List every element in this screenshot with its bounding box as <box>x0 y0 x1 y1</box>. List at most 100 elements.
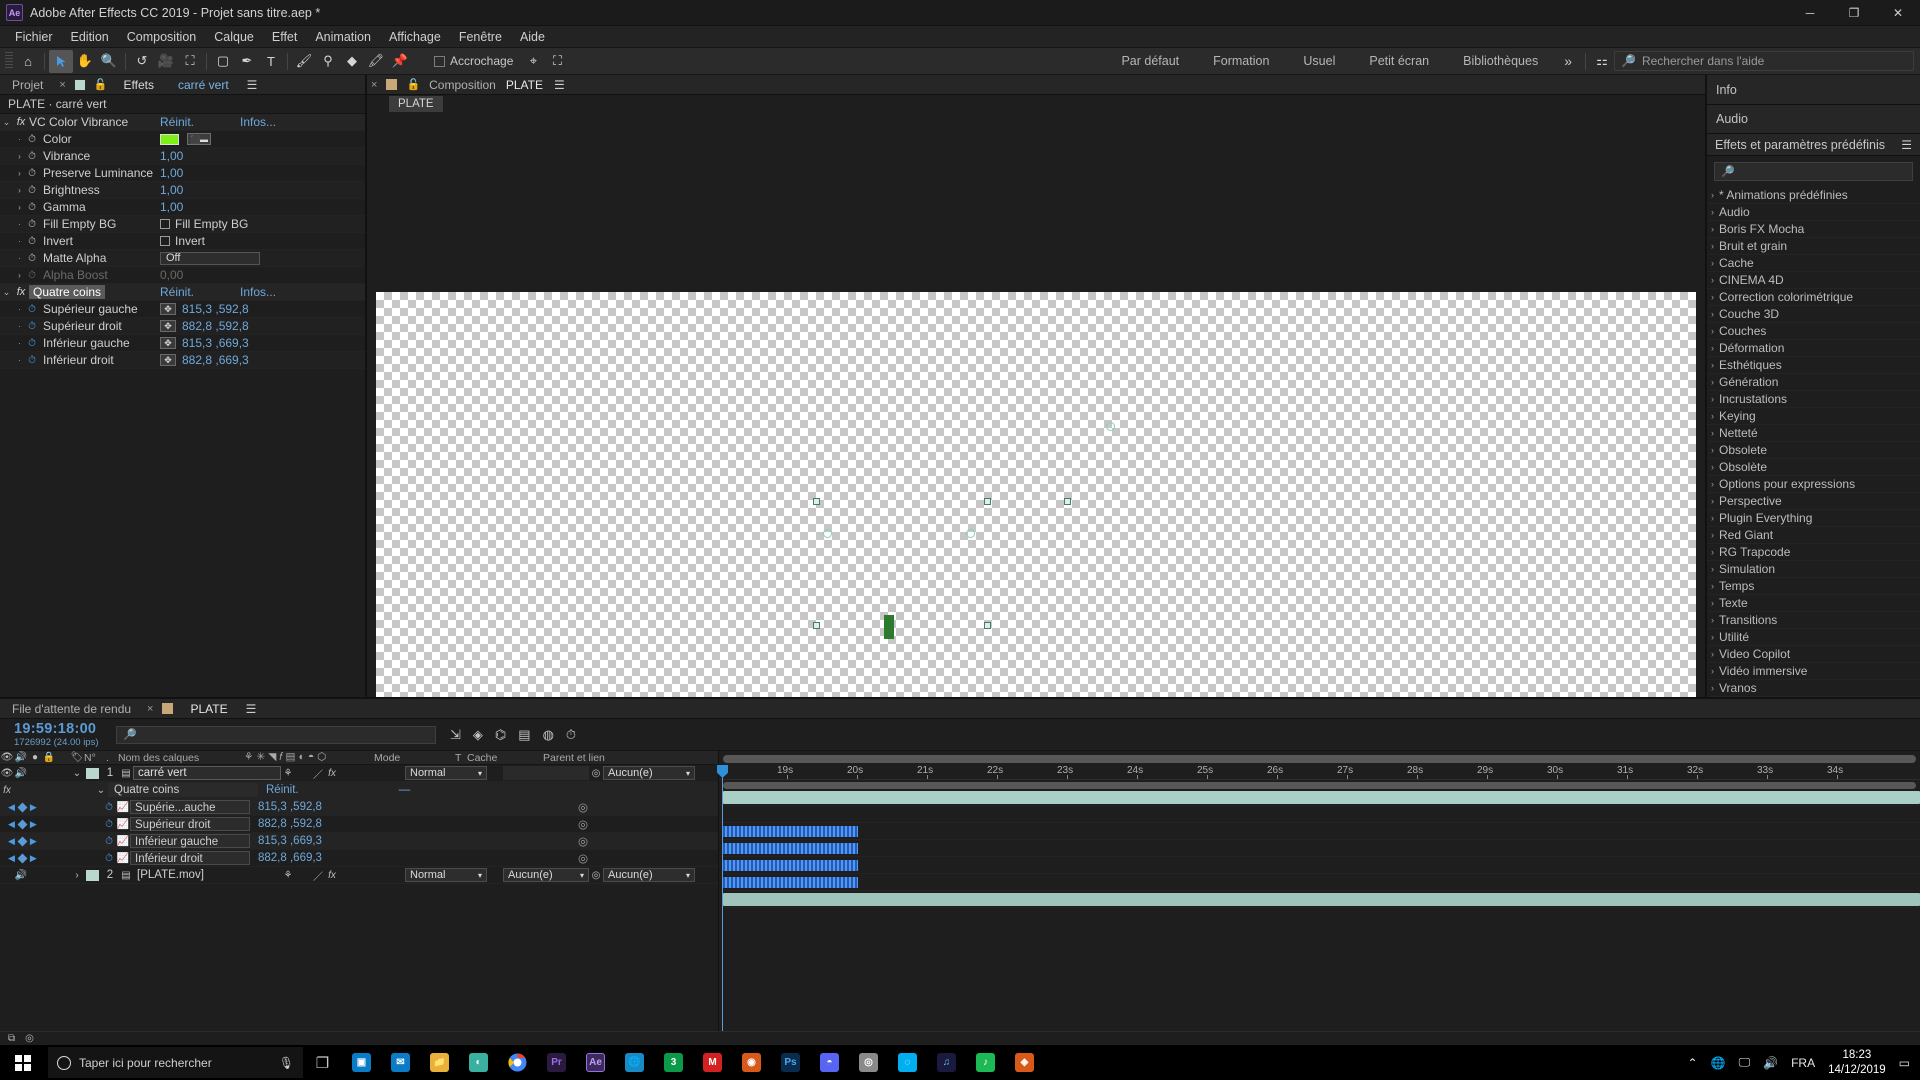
effect-category-row[interactable]: ›Correction colorimétrique <box>1707 289 1920 306</box>
prev-keyframe-icon[interactable]: ◀ <box>8 836 15 847</box>
param-value[interactable]: 815,3 ,669,3 <box>182 336 249 350</box>
parent-pickwhip-icon[interactable]: ◎ <box>589 870 603 881</box>
snap-extra-icon[interactable]: ⛶ <box>545 50 569 73</box>
param-disclosure-icon[interactable]: › <box>0 186 26 195</box>
stopwatch-icon[interactable]: ⏱ <box>26 168 38 179</box>
effect-category-row[interactable]: ›Bruit et grain <box>1707 238 1920 255</box>
next-keyframe-icon[interactable]: ▶ <box>30 802 37 813</box>
timeline-panel-menu-icon[interactable]: ☰ <box>246 702 257 716</box>
corner-pin-handle[interactable] <box>984 498 991 505</box>
chevron-right-icon[interactable]: › <box>1711 513 1714 523</box>
chevron-right-icon[interactable]: › <box>1711 445 1714 455</box>
next-keyframe-icon[interactable]: ▶ <box>30 853 37 864</box>
disclosure-triangle-icon[interactable]: ⌄ <box>0 287 13 298</box>
close-comp-tab-icon[interactable]: × <box>367 79 381 91</box>
other-app-icon[interactable]: ◈ <box>1005 1045 1044 1080</box>
effect-param-row[interactable]: ·⏱Inférieur droit✥882,8 ,669,3 <box>0 352 365 369</box>
chevron-right-icon[interactable]: › <box>1711 241 1714 251</box>
layer-expand-icon[interactable]: › <box>70 870 84 881</box>
stopwatch-icon[interactable]: ⏱ <box>26 134 38 145</box>
snapping-control[interactable]: Accrochage <box>434 54 513 68</box>
effect-category-row[interactable]: ›Cache <box>1707 255 1920 272</box>
toggle-switches-modes-icon[interactable]: ⧉ <box>8 1033 15 1044</box>
layer-name[interactable]: [PLATE.mov] <box>133 869 281 881</box>
discord-icon[interactable]: ◓ <box>810 1045 849 1080</box>
corner-pin-handle[interactable] <box>813 622 820 629</box>
pen-tool-icon[interactable]: ✒ <box>235 50 259 73</box>
param-value[interactable]: 1,00 <box>160 200 183 214</box>
position-picker-icon[interactable]: ✥ <box>160 354 176 366</box>
disclosure-triangle-icon[interactable]: ⌄ <box>0 117 13 128</box>
effect-category-row[interactable]: ›Video Copilot <box>1707 646 1920 663</box>
property-value[interactable]: 815,3 ,669,3 <box>250 835 322 847</box>
layer-label-color[interactable] <box>86 768 99 779</box>
effect-category-row[interactable]: ›Temps <box>1707 578 1920 595</box>
param-disclosure-icon[interactable]: · <box>0 220 26 229</box>
param-dropdown[interactable]: Off <box>160 252 260 265</box>
keyframe-sequence-bar[interactable] <box>723 877 858 888</box>
effect-param-row[interactable]: ·⏱Fill Empty BGFill Empty BG <box>0 216 365 233</box>
timeline-search-input[interactable] <box>142 729 429 741</box>
chevron-right-icon[interactable]: › <box>1711 581 1714 591</box>
comp-panel-menu-icon[interactable]: ☰ <box>554 78 565 92</box>
position-picker-icon[interactable]: ✥ <box>160 337 176 349</box>
workspace-tab-bibliothques[interactable]: Bibliothèques <box>1446 48 1555 75</box>
corner-pin-handle[interactable] <box>1064 498 1071 505</box>
keyframe-navigator[interactable]: ◀▶ <box>0 836 54 847</box>
comp-render-icon[interactable]: ◎ <box>25 1033 34 1044</box>
tab-effects-layer[interactable]: carré vert <box>166 75 241 95</box>
menu-item-fentre[interactable]: Fenêtre <box>450 26 511 48</box>
effect-group-reset[interactable]: Réinit. <box>258 784 299 796</box>
keyframe-diamond-icon[interactable] <box>17 853 27 863</box>
layer-audio-toggle[interactable]: 🔊 <box>14 870 28 881</box>
effect-category-row[interactable]: ›Génération <box>1707 374 1920 391</box>
close-button[interactable]: ✕ <box>1876 0 1920 26</box>
taskbar-clock[interactable]: 18:23 14/12/2019 <box>1828 1048 1886 1077</box>
eraser-tool-icon[interactable]: ◆ <box>340 50 364 73</box>
microphone-icon[interactable]: 🎙 <box>279 1056 294 1070</box>
corner-pin-control-point[interactable] <box>1106 422 1115 431</box>
param-disclosure-icon[interactable]: › <box>0 271 26 280</box>
volume-icon[interactable]: 🔊 <box>1763 1056 1778 1070</box>
param-value[interactable]: 1,00 <box>160 183 183 197</box>
snap-align-icon[interactable]: ⌖ <box>521 50 545 73</box>
prev-keyframe-icon[interactable]: ◀ <box>8 802 15 813</box>
effect-param-row[interactable]: ·⏱Color⬛▬ <box>0 131 365 148</box>
menu-item-effet[interactable]: Effet <box>263 26 306 48</box>
breadcrumb-item[interactable]: PLATE <box>389 96 443 112</box>
effect-category-row[interactable]: ›Netteté <box>1707 425 1920 442</box>
anchor-point-tool-icon[interactable]: ⛶ <box>178 50 202 73</box>
chevron-right-icon[interactable]: › <box>1711 377 1714 387</box>
property-value[interactable]: 815,3 ,592,8 <box>250 801 322 813</box>
chevron-right-icon[interactable]: › <box>1711 343 1714 353</box>
chevron-right-icon[interactable]: › <box>1711 462 1714 472</box>
property-pickwhip-icon[interactable]: ◎ <box>578 851 718 865</box>
keyframe-diamond-icon[interactable] <box>17 819 27 829</box>
timeline-current-time[interactable]: 19:59:18:00 1726992 (24.00 ips) <box>0 721 108 748</box>
stopwatch-icon[interactable]: ⏱ <box>26 202 38 213</box>
show-hidden-icons-icon[interactable]: ⌃ <box>1688 1056 1698 1070</box>
property-pickwhip-icon[interactable]: ◎ <box>578 834 718 848</box>
chevron-right-icon[interactable]: › <box>1711 360 1714 370</box>
param-disclosure-icon[interactable]: · <box>0 356 26 365</box>
param-checkbox[interactable] <box>160 219 170 229</box>
start-button[interactable] <box>0 1045 46 1080</box>
effect-name[interactable]: Quatre coins <box>29 285 105 299</box>
chevron-right-icon[interactable]: › <box>1711 275 1714 285</box>
prev-keyframe-icon[interactable]: ◀ <box>8 853 15 864</box>
position-picker-icon[interactable]: ✥ <box>160 303 176 315</box>
chevron-right-icon[interactable]: › <box>1711 428 1714 438</box>
chevron-right-icon[interactable]: › <box>1711 547 1714 557</box>
timeline-property-row[interactable]: ◀▶⏱📈Supérieur droit882,8 ,592,8◎ <box>0 816 718 833</box>
stopwatch-icon[interactable]: ⏱ <box>102 836 116 847</box>
timeline-layer-bar-row[interactable] <box>719 789 1920 806</box>
chevron-right-icon[interactable]: › <box>1711 632 1714 642</box>
chevron-right-icon[interactable]: › <box>1711 224 1714 234</box>
keyframe-navigator[interactable]: ◀▶ <box>0 853 54 864</box>
stopwatch-icon[interactable]: ⏱ <box>26 253 38 264</box>
layer-audio-toggle[interactable]: 🔊 <box>14 768 28 779</box>
help-search-box[interactable]: 🔎Rechercher dans l'aide <box>1614 51 1914 71</box>
layer-mode-select[interactable]: Normal▾ <box>405 868 487 882</box>
comp-lock-icon[interactable]: 🔓 <box>406 78 420 91</box>
property-name[interactable]: Inférieur droit <box>130 851 250 865</box>
